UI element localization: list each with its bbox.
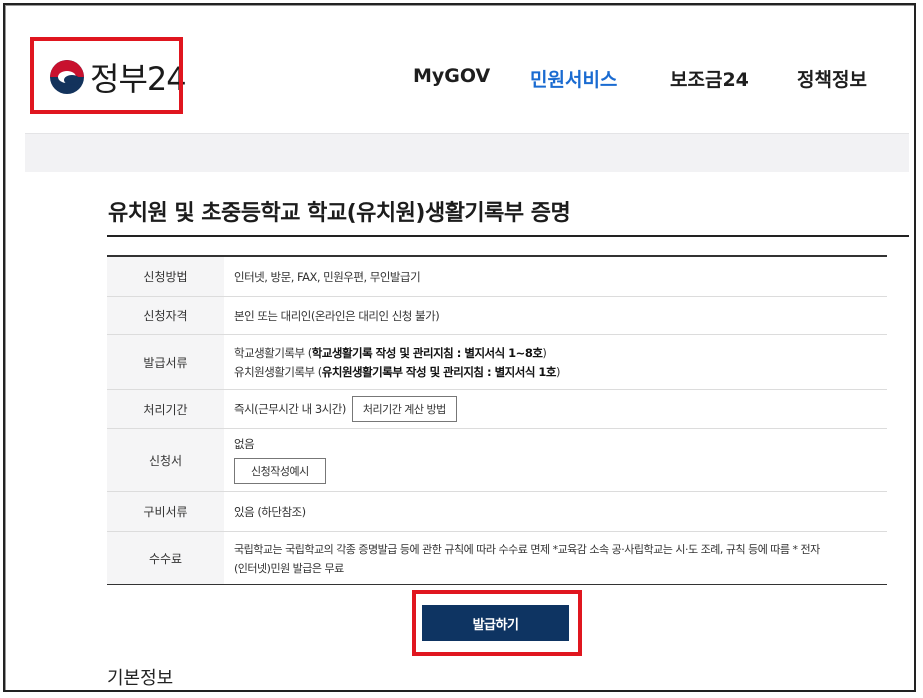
row-value: 인터넷, 방문, FAX, 민원우편, 무인발급기 [234, 269, 421, 284]
title-divider [107, 235, 909, 237]
table-row: 구비서류 있음 (하단참조) [107, 492, 887, 532]
main-nav: MyGOV 민원서비스 보조금24 정책정보 [5, 65, 914, 93]
row-value: 있음 (하단참조) [234, 504, 306, 519]
row-value: 학교생활기록부 (학교생활기록 작성 및 관리지침 : 별지서식 1~8호) 유… [224, 335, 887, 389]
row-value: 즉시(근무시간 내 3시간) [234, 402, 346, 416]
row-label: 발급서류 [107, 335, 224, 389]
row-value: 본인 또는 대리인(온라인은 대리인 신청 불가) [234, 308, 440, 323]
breadcrumb-band [25, 133, 909, 172]
application-example-button[interactable]: 신청작성예시 [234, 458, 326, 484]
table-row: 신청자격 본인 또는 대리인(온라인은 대리인 신청 불가) [107, 297, 887, 335]
fee-line: (인터넷)민원 발급은 무료 [234, 561, 344, 575]
browser-frame: 정부24 MyGOV 민원서비스 보조금24 정책정보 유치원 및 초중등학교 … [3, 3, 916, 692]
row-label: 처리기간 [107, 390, 224, 428]
info-table: 신청방법 인터넷, 방문, FAX, 민원우편, 무인발급기 신청자격 본인 또… [107, 255, 887, 585]
page-title: 유치원 및 초중등학교 학교(유치원)생활기록부 증명 [108, 201, 571, 226]
nav-item-policy-info[interactable]: 정책정보 [797, 65, 867, 92]
table-row: 수수료 국립학교는 국립학교의 각종 증명발급 등에 관한 규칙에 따라 수수료… [107, 532, 887, 584]
highlight-box-issue [412, 590, 582, 656]
document-line-kindergarten: 유치원생활기록부 (유치원생활기록부 작성 및 관리지침 : 별지서식 1호) [234, 364, 561, 379]
table-row: 처리기간 즉시(근무시간 내 3시간) 처리기간 계산 방법 [107, 390, 887, 429]
section-title-basic-info: 기본정보 [107, 668, 174, 689]
nav-item-subsidy24[interactable]: 보조금24 [670, 65, 749, 92]
row-value: 없음 [234, 437, 255, 451]
table-row: 발급서류 학교생활기록부 (학교생활기록 작성 및 관리지침 : 별지서식 1~… [107, 335, 887, 390]
row-label: 신청서 [107, 429, 224, 491]
table-row: 신청방법 인터넷, 방문, FAX, 민원우편, 무인발급기 [107, 257, 887, 297]
row-label: 수수료 [107, 532, 224, 584]
fee-line: 국립학교는 국립학교의 각종 증명발급 등에 관한 규칙에 따라 수수료 면제 … [234, 542, 820, 556]
document-line-school: 학교생활기록부 (학교생활기록 작성 및 관리지침 : 별지서식 1~8호) [234, 345, 547, 360]
row-label: 구비서류 [107, 492, 224, 531]
row-label: 신청방법 [107, 257, 224, 296]
table-row: 신청서 없음 신청작성예시 [107, 429, 887, 492]
row-label: 신청자격 [107, 297, 224, 334]
nav-item-civil-services[interactable]: 민원서비스 [530, 65, 617, 92]
nav-item-mygov[interactable]: MyGOV [413, 65, 490, 87]
processing-period-calc-button[interactable]: 처리기간 계산 방법 [351, 396, 457, 422]
